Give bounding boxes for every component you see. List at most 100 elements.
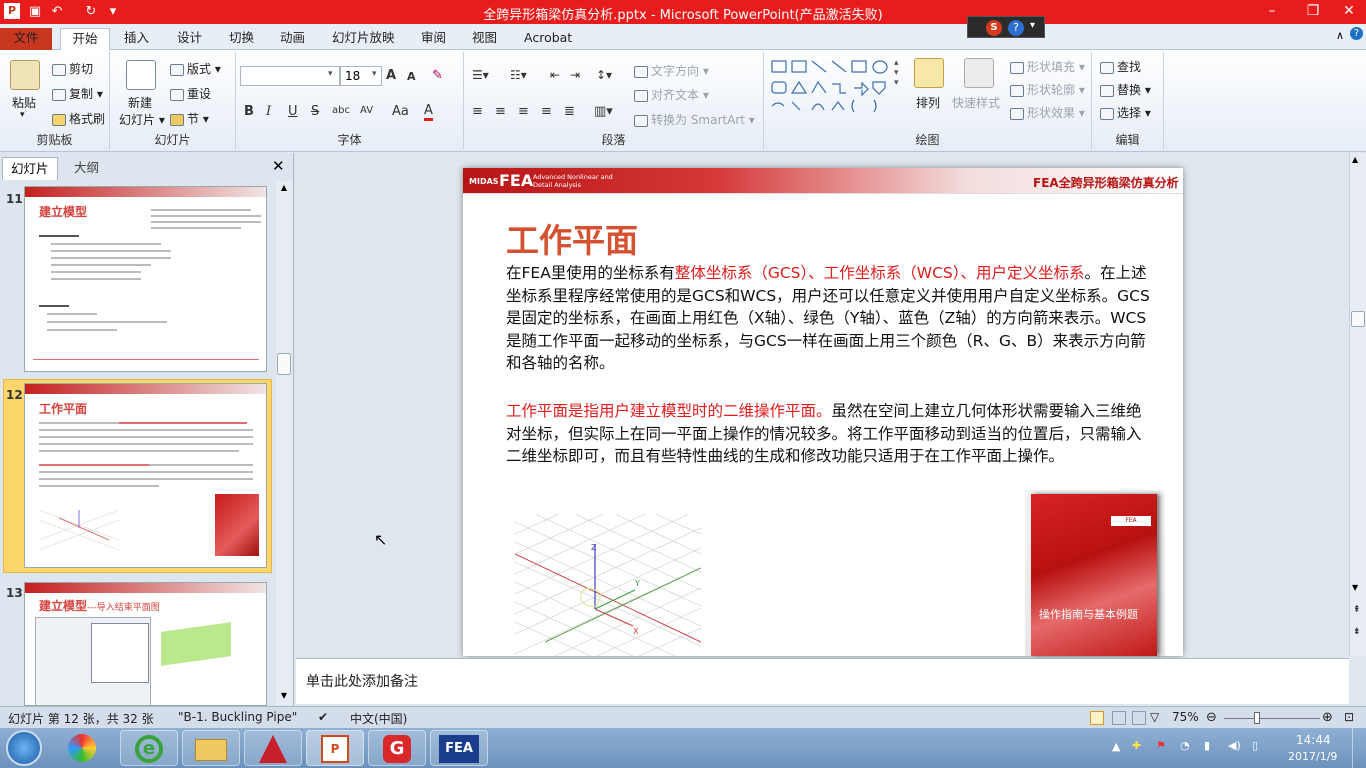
help-icon[interactable]: ? xyxy=(1350,27,1363,40)
quick-styles-button[interactable]: 快速样式 xyxy=(952,94,1000,111)
bullets-icon[interactable]: ☰▾ xyxy=(472,68,489,82)
paragraph-2[interactable]: 工作平面是指用户建立模型时的二维操作平面。虽然在空间上建立几何体形状需要输入三维… xyxy=(506,400,1156,468)
tab-review[interactable]: 审阅 xyxy=(421,28,446,50)
tray-flag-icon[interactable]: ⚑ xyxy=(1156,739,1166,752)
font-name-dropdown[interactable] xyxy=(240,66,340,86)
paste-button[interactable]: 粘贴 xyxy=(12,94,36,111)
taskbar-powerpoint[interactable]: P xyxy=(306,730,364,766)
arrange-icon[interactable] xyxy=(914,58,944,88)
shadow-button[interactable]: abc xyxy=(332,105,350,116)
paste-icon[interactable] xyxy=(10,60,40,90)
shape-effects-button[interactable]: 形状效果 ▾ xyxy=(1010,104,1085,121)
zoom-slider[interactable] xyxy=(1224,718,1320,719)
columns-icon[interactable]: ▥▾ xyxy=(594,104,613,119)
scroll-up-icon[interactable]: ▲ xyxy=(277,181,291,195)
shrink-font-button[interactable]: A xyxy=(407,70,416,83)
taskbar-ie[interactable]: e xyxy=(120,730,178,766)
distributed-icon[interactable]: ≣ xyxy=(564,104,575,119)
convert-smartart-button[interactable]: 转换为 SmartArt ▾ xyxy=(634,111,755,128)
align-right-icon[interactable]: ≡ xyxy=(518,104,529,119)
paste-dropdown-icon[interactable]: ▾ xyxy=(20,110,25,120)
slides-pane-scrollbar[interactable]: ▲ ▼ xyxy=(276,181,292,705)
scroll-up-icon[interactable]: ▲ xyxy=(1352,155,1358,164)
next-slide-icon[interactable]: ⇟ xyxy=(1353,627,1361,637)
taskbar-app-1[interactable] xyxy=(54,730,112,766)
tab-animations[interactable]: 动画 xyxy=(280,28,305,50)
text-direction-button[interactable]: 文字方向 ▾ xyxy=(634,62,709,79)
language-indicator[interactable]: 中文(中国) xyxy=(350,710,407,727)
previous-slide-icon[interactable]: ⇞ xyxy=(1353,605,1361,615)
slideshow-icon[interactable]: ▽ xyxy=(1150,710,1159,724)
replace-button[interactable]: 替换 ▾ xyxy=(1100,81,1151,98)
tab-design[interactable]: 设计 xyxy=(177,28,202,50)
minimize-button[interactable]: – xyxy=(1257,0,1287,22)
layout-button[interactable]: 版式 ▾ xyxy=(170,60,221,77)
slide-sorter-icon[interactable] xyxy=(1112,711,1126,725)
select-button[interactable]: 选择 ▾ xyxy=(1100,104,1151,121)
tab-view[interactable]: 视图 xyxy=(472,28,497,50)
tab-home[interactable]: 开始 xyxy=(60,28,110,50)
tray-expand-icon[interactable]: ▲ xyxy=(1112,740,1120,753)
reset-button[interactable]: 重设 xyxy=(170,85,211,102)
tab-acrobat[interactable]: Acrobat xyxy=(524,28,572,50)
numbering-icon[interactable]: ☷▾ xyxy=(510,68,527,82)
align-left-icon[interactable]: ≡ xyxy=(472,104,483,119)
slide-title[interactable]: 工作平面 xyxy=(506,214,638,262)
reading-view-icon[interactable] xyxy=(1132,711,1146,725)
zoom-level[interactable]: 75% xyxy=(1172,710,1199,724)
spellcheck-icon[interactable]: ✔ xyxy=(318,710,328,724)
taskbar-autocad[interactable] xyxy=(244,730,302,766)
tray-plus-icon[interactable]: ✚ xyxy=(1132,739,1141,752)
start-button[interactable] xyxy=(6,730,42,766)
zoom-slider-thumb[interactable] xyxy=(1254,712,1260,724)
scroll-thumb[interactable] xyxy=(277,353,291,375)
theme-name[interactable]: "B-1. Buckling Pipe" xyxy=(178,710,297,724)
normal-view-icon[interactable] xyxy=(1090,711,1104,725)
tab-file[interactable]: 文件 xyxy=(0,28,52,50)
slide-thumbnail-11[interactable]: 建立模型 xyxy=(24,186,267,372)
increase-indent-icon[interactable]: ⇥ xyxy=(570,68,580,82)
fit-to-window-icon[interactable]: ⊡ xyxy=(1344,710,1354,724)
quick-styles-icon[interactable] xyxy=(964,58,994,88)
line-spacing-icon[interactable]: ↕▾ xyxy=(596,68,612,82)
slide-canvas[interactable]: MIDAS FEA Advanced Nonlinear and Detail … xyxy=(463,168,1183,656)
show-desktop-button[interactable] xyxy=(1352,728,1366,768)
scroll-down-icon[interactable]: ▼ xyxy=(277,689,291,703)
format-painter-button[interactable]: 格式刷 xyxy=(52,110,105,127)
network-icon[interactable]: ◔ xyxy=(1180,739,1190,752)
italic-button[interactable]: I xyxy=(266,104,271,119)
scroll-down-icon[interactable]: ▼ xyxy=(1352,583,1358,592)
ime-icon[interactable]: ▯ xyxy=(1252,739,1258,752)
slide-thumbnail-13[interactable]: 建立模型---导入结束平面图 xyxy=(24,582,267,706)
justify-icon[interactable]: ≡ xyxy=(541,104,552,119)
zoom-out-icon[interactable]: ⊖ xyxy=(1206,710,1217,725)
new-slide-label-1[interactable]: 新建 xyxy=(128,94,152,111)
tab-outline[interactable]: 大纲 xyxy=(66,157,107,180)
tab-transitions[interactable]: 切换 xyxy=(229,28,254,50)
scroll-thumb[interactable] xyxy=(1351,311,1365,327)
font-color-button[interactable]: A xyxy=(424,104,433,121)
align-text-button[interactable]: 对齐文本 ▾ xyxy=(634,86,709,103)
sogou-icon[interactable]: S xyxy=(986,20,1002,36)
clock-time[interactable]: 14:44 xyxy=(1296,733,1331,747)
tab-slideshow[interactable]: 幻灯片放映 xyxy=(332,28,395,50)
taskbar-explorer[interactable] xyxy=(182,730,240,766)
help-circle-icon[interactable]: ? xyxy=(1008,20,1024,36)
notes-placeholder[interactable]: 单击此处添加备注 xyxy=(306,671,418,691)
close-pane-icon[interactable]: ✕ xyxy=(272,157,285,175)
decrease-indent-icon[interactable]: ⇤ xyxy=(550,68,560,82)
find-button[interactable]: 查找 xyxy=(1100,58,1141,75)
change-case-button[interactable]: Aa xyxy=(392,104,409,119)
character-spacing-button[interactable]: AV xyxy=(360,105,373,116)
font-size-chevron-icon[interactable]: ▾ xyxy=(372,69,377,79)
ribbon-collapse-icon[interactable]: ∧ xyxy=(1336,29,1344,42)
slide-thumbnail-12[interactable]: 工作平面 xyxy=(24,383,267,568)
tab-insert[interactable]: 插入 xyxy=(124,28,149,50)
gallery-scroll-icon[interactable]: ▴ ▾ ▾ xyxy=(894,58,899,88)
font-name-chevron-icon[interactable]: ▾ xyxy=(328,69,333,79)
close-button[interactable]: ✕ xyxy=(1332,0,1366,22)
new-slide-button[interactable]: 幻灯片 ▾ xyxy=(119,111,165,128)
new-slide-icon[interactable] xyxy=(126,60,156,90)
clock-date[interactable]: 2017/1/9 xyxy=(1288,750,1337,763)
strikethrough-button[interactable]: S xyxy=(311,104,319,119)
